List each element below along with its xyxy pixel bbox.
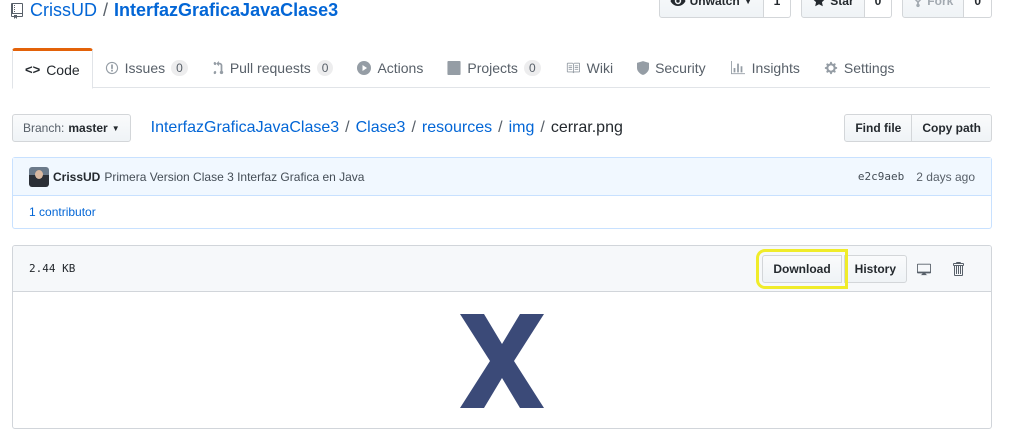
star-icon xyxy=(813,0,825,7)
tab-projects-label: Projects xyxy=(467,60,518,76)
unwatch-button[interactable]: Unwatch ▼ xyxy=(658,0,764,18)
find-file-button[interactable]: Find file xyxy=(844,114,913,142)
star-label: Star xyxy=(830,0,854,8)
branch-select-button[interactable]: Branch: master ▼ xyxy=(12,114,131,142)
chevron-down-icon: ▼ xyxy=(111,123,120,133)
repo-name-link[interactable]: InterfazGraficaJavaClase3 xyxy=(114,0,338,21)
fork-count[interactable]: 0 xyxy=(964,0,992,18)
delete-file-button[interactable] xyxy=(941,261,975,277)
tab-actions[interactable]: Actions xyxy=(345,48,435,88)
breadcrumb-img-link[interactable]: img xyxy=(509,119,535,137)
repo-header: CrissUD / InterfazGraficaJavaClase3 Unwa… xyxy=(0,0,1010,26)
tab-code-label: Code xyxy=(46,61,80,78)
contributors-count: 1 xyxy=(29,205,36,219)
contributors-link[interactable]: 1 contributor xyxy=(29,205,96,219)
commit-relative-time: 2 days ago xyxy=(916,169,975,184)
branch-prefix: Branch: xyxy=(23,121,65,135)
tab-code[interactable]: <> Code xyxy=(12,48,93,89)
tab-wiki[interactable]: Wiki xyxy=(553,48,625,88)
pull-request-icon xyxy=(213,61,224,75)
fork-button[interactable]: Fork xyxy=(902,0,965,18)
tab-actions-label: Actions xyxy=(377,60,424,76)
book-icon xyxy=(566,62,580,74)
repo-icon xyxy=(11,2,23,19)
desktop-icon xyxy=(917,263,931,275)
breadcrumb-repo-link[interactable]: InterfazGraficaJavaClase3 xyxy=(151,119,340,137)
pulls-counter: 0 xyxy=(316,60,334,76)
copy-path-button[interactable]: Copy path xyxy=(912,114,992,142)
tab-insights[interactable]: Insights xyxy=(718,48,812,88)
breadcrumb-clase3-link[interactable]: Clase3 xyxy=(356,119,406,137)
file-size: 2.44 KB xyxy=(29,262,76,275)
graph-icon xyxy=(730,61,745,75)
watch-group: Unwatch ▼ 1 xyxy=(658,0,792,18)
history-button[interactable]: History xyxy=(843,254,907,283)
close-x-image xyxy=(460,314,544,408)
play-icon xyxy=(357,61,372,75)
gear-icon xyxy=(824,61,838,75)
code-icon: <> xyxy=(25,62,41,77)
commit-tease: CrissUD Primera Version Clase 3 Interfaz… xyxy=(13,158,991,196)
commit-author-link[interactable]: CrissUD xyxy=(53,170,100,184)
repo-title-separator: / xyxy=(103,0,109,20)
contributors-bar: 1 contributor xyxy=(13,196,991,228)
tab-insights-label: Insights xyxy=(751,60,800,76)
breadcrumb-separator: / xyxy=(498,119,503,136)
file-nav-buttons: Find file Copy path xyxy=(844,114,992,142)
fork-label: Fork xyxy=(927,0,954,8)
repo-title: CrissUD / InterfazGraficaJavaClase3 xyxy=(10,0,338,21)
file-header: 2.44 KB Download History xyxy=(13,246,991,292)
breadcrumb-resources-link[interactable]: resources xyxy=(422,119,492,137)
commit-message[interactable]: Primera Version Clase 3 Interfaz Grafica… xyxy=(104,170,364,184)
repo-nav: <> Code Issues 0 Pull requests 0 Actions… xyxy=(12,48,990,89)
pagehead-actions: Unwatch ▼ 1 Star 0 Fork 0 xyxy=(658,0,992,18)
breadcrumb-separator: / xyxy=(540,119,545,136)
repo-owner-link[interactable]: CrissUD xyxy=(30,0,97,21)
tab-pull-requests[interactable]: Pull requests 0 xyxy=(200,48,346,88)
trash-icon xyxy=(953,261,964,276)
shield-icon xyxy=(637,61,650,75)
file-actions: Download History xyxy=(756,248,975,289)
download-button[interactable]: Download xyxy=(756,248,848,289)
star-count[interactable]: 0 xyxy=(864,0,893,18)
tab-wiki-label: Wiki xyxy=(586,60,614,76)
breadcrumb: InterfazGraficaJavaClase3 / Clase3 / res… xyxy=(151,119,623,137)
image-preview xyxy=(13,292,991,428)
chevron-down-icon: ▼ xyxy=(743,0,753,6)
tab-security-label: Security xyxy=(655,60,706,76)
file-navigation: Branch: master ▼ InterfazGraficaJavaClas… xyxy=(12,114,992,142)
tab-pull-requests-label: Pull requests xyxy=(229,60,311,76)
tab-issues[interactable]: Issues 0 xyxy=(93,48,200,88)
contributors-label: contributor xyxy=(39,205,96,219)
fork-icon xyxy=(915,0,922,8)
unwatch-label: Unwatch xyxy=(689,0,740,8)
star-button[interactable]: Star xyxy=(801,0,865,18)
commit-box: CrissUD Primera Version Clase 3 Interfaz… xyxy=(12,157,992,229)
projects-counter: 0 xyxy=(523,60,541,76)
avatar[interactable] xyxy=(29,166,49,187)
tab-settings-label: Settings xyxy=(843,60,895,76)
star-group: Star 0 xyxy=(801,0,893,18)
issues-counter: 0 xyxy=(171,60,188,76)
fork-group: Fork 0 xyxy=(902,0,992,18)
eye-icon xyxy=(670,0,686,6)
branch-name: master xyxy=(68,121,108,135)
breadcrumb-separator: / xyxy=(411,119,416,136)
commit-meta: e2c9aeb 2 days ago xyxy=(858,170,975,184)
open-desktop-button[interactable] xyxy=(907,262,941,276)
file-box: 2.44 KB Download History xyxy=(12,245,992,429)
commit-sha-link[interactable]: e2c9aeb xyxy=(858,170,904,183)
breadcrumb-final-file: cerrar.png xyxy=(550,119,623,136)
breadcrumb-separator: / xyxy=(345,119,350,136)
tab-projects[interactable]: Projects 0 xyxy=(435,48,552,88)
issue-icon xyxy=(105,61,118,75)
tab-issues-label: Issues xyxy=(124,60,166,76)
project-icon xyxy=(447,61,461,75)
tab-settings[interactable]: Settings xyxy=(812,48,907,88)
watch-count[interactable]: 1 xyxy=(763,0,792,18)
tab-security[interactable]: Security xyxy=(625,48,718,88)
